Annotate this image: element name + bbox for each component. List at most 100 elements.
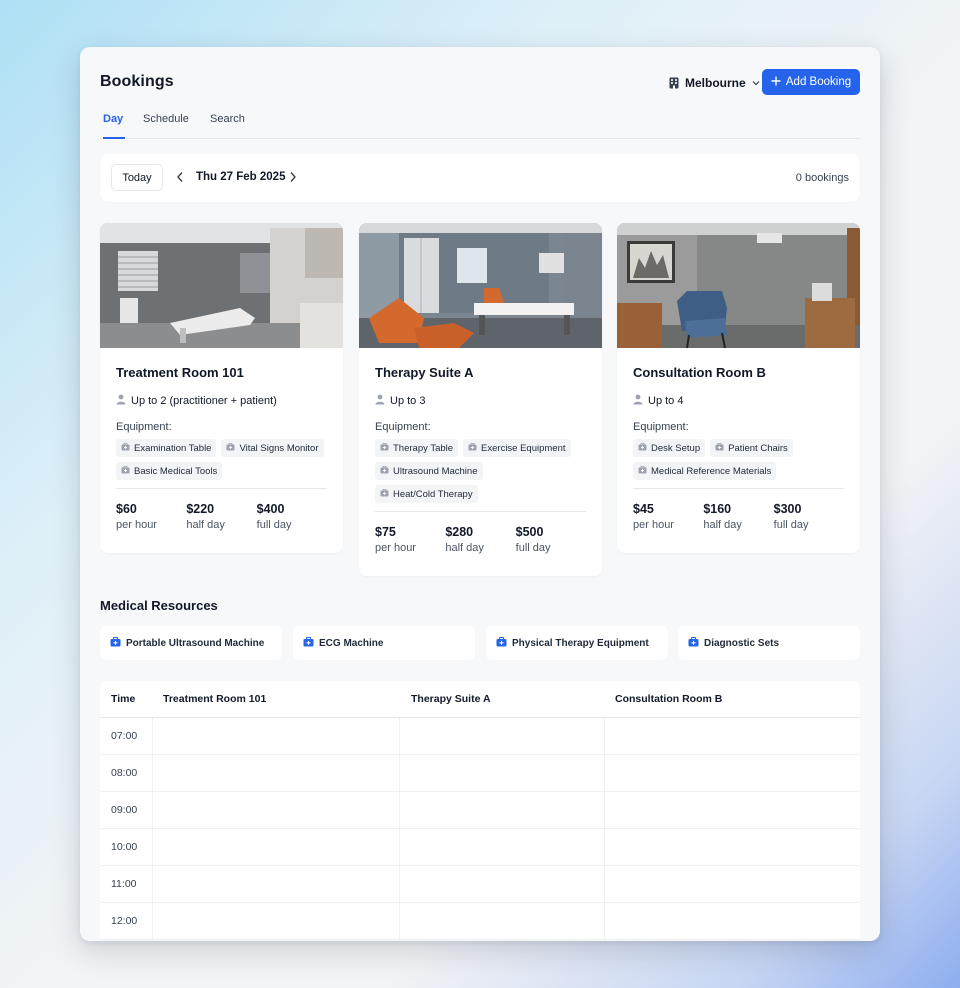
room-card[interactable]: Consultation Room B Up to 4 Equipment: D… — [617, 223, 860, 553]
price-amount: $60 — [116, 502, 137, 516]
resources-title: Medical Resources — [100, 598, 218, 613]
tab-search[interactable]: Search — [210, 113, 245, 139]
capacity-label: Up to 4 — [648, 395, 684, 407]
building-icon — [669, 77, 679, 89]
background-frame: Bookings Melbourne Add Booking Day Sched… — [0, 0, 960, 988]
plus-icon — [771, 76, 781, 89]
table-header: Time Treatment Room 101 Therapy Suite A … — [100, 681, 860, 718]
equipment-list: Examination Table Vital Signs Monitor Ba… — [116, 439, 331, 480]
price-amount: $300 — [773, 502, 802, 516]
equipment-chip-label: Medical Reference Materials — [651, 465, 772, 477]
price-full-day: $400 full day — [257, 502, 327, 531]
equipment-list: Therapy Table Exercise Equipment Ultraso… — [375, 439, 590, 503]
price-unit: half day — [445, 542, 484, 554]
add-booking-button[interactable]: Add Booking — [762, 69, 860, 95]
equipment-chip: Ultrasound Machine — [375, 462, 483, 480]
person-icon — [375, 394, 385, 408]
price-unit: half day — [703, 519, 742, 531]
table-row[interactable]: 09:00 — [100, 792, 860, 829]
equipment-chip: Vital Signs Monitor — [221, 439, 324, 457]
resource-item[interactable]: ECG Machine — [293, 626, 475, 660]
chevron-left-icon[interactable] — [176, 170, 184, 188]
medical-kit-icon — [638, 465, 647, 477]
price-list: $45 per hour $160 half day $300 full day — [633, 489, 844, 553]
column-divider — [399, 718, 400, 940]
price-half-day: $160 half day — [703, 502, 773, 531]
resource-item[interactable]: Physical Therapy Equipment — [486, 626, 668, 660]
price-amount: $280 — [445, 525, 474, 539]
price-full-day: $300 full day — [774, 502, 844, 531]
room-card[interactable]: Therapy Suite A Up to 3 Equipment: Thera… — [359, 223, 602, 576]
add-booking-label: Add Booking — [785, 76, 852, 88]
column-header-room: Consultation Room B — [615, 693, 723, 705]
equipment-chip-label: Basic Medical Tools — [134, 465, 218, 477]
equipment-label: Equipment: — [633, 421, 689, 433]
resource-label: ECG Machine — [319, 637, 384, 649]
column-divider — [604, 718, 605, 940]
time-label: 09:00 — [111, 804, 138, 816]
equipment-chip-label: Desk Setup — [651, 442, 701, 454]
equipment-chip: Basic Medical Tools — [116, 462, 223, 480]
time-label: 10:00 — [111, 841, 138, 853]
tab-schedule[interactable]: Schedule — [143, 113, 189, 139]
date-navigation-bar: Today Thu 27 Feb 2025 0 bookings — [100, 154, 860, 202]
resource-item[interactable]: Diagnostic Sets — [678, 626, 860, 660]
room-photo — [617, 223, 860, 348]
equipment-chip: Medical Reference Materials — [633, 462, 777, 480]
price-half-day: $280 half day — [445, 525, 515, 554]
location-label: Melbourne — [685, 76, 746, 90]
table-row[interactable]: 08:00 — [100, 755, 860, 792]
table-row[interactable]: 10:00 — [100, 829, 860, 866]
price-amount: $75 — [375, 525, 396, 539]
table-row[interactable]: 11:00 — [100, 866, 860, 903]
time-label: 08:00 — [111, 767, 138, 779]
price-unit: per hour — [633, 519, 674, 531]
price-amount: $500 — [515, 525, 544, 539]
medical-kit-icon — [380, 465, 389, 477]
medical-kit-icon — [496, 636, 507, 650]
today-button[interactable]: Today — [111, 164, 163, 191]
equipment-chip-label: Ultrasound Machine — [393, 465, 478, 477]
person-icon — [633, 394, 643, 408]
table-row[interactable]: 12:00 — [100, 903, 860, 940]
medical-kit-icon — [303, 636, 314, 650]
current-date: Thu 27 Feb 2025 — [196, 171, 286, 183]
location-selector[interactable]: Melbourne — [669, 76, 760, 90]
column-header-time: Time — [111, 693, 136, 705]
medical-kit-icon — [226, 442, 235, 454]
tab-day[interactable]: Day — [103, 113, 125, 139]
time-label: 07:00 — [111, 730, 138, 742]
room-capacity: Up to 3 — [375, 394, 586, 408]
price-unit: half day — [186, 519, 225, 531]
person-icon — [116, 394, 126, 408]
resource-label: Diagnostic Sets — [704, 637, 780, 649]
capacity-label: Up to 3 — [390, 395, 426, 407]
resource-label: Physical Therapy Equipment — [512, 637, 649, 649]
equipment-chip-label: Vital Signs Monitor — [239, 442, 319, 454]
page-title: Bookings — [100, 73, 174, 90]
time-label: 12:00 — [111, 915, 138, 927]
price-full-day: $500 full day — [516, 525, 586, 554]
capacity-label: Up to 2 (practitioner + patient) — [131, 395, 277, 407]
price-unit: per hour — [375, 542, 416, 554]
resource-item[interactable]: Portable Ultrasound Machine — [100, 626, 282, 660]
price-amount: $400 — [256, 502, 285, 516]
chevron-right-icon[interactable] — [289, 170, 297, 188]
price-amount: $45 — [633, 502, 654, 516]
price-half-day: $220 half day — [186, 502, 256, 531]
equipment-chip-label: Exercise Equipment — [481, 442, 566, 454]
room-photo — [359, 223, 602, 348]
price-hourly: $60 per hour — [116, 502, 186, 531]
price-unit: full day — [773, 519, 809, 531]
room-card[interactable]: Treatment Room 101 Up to 2 (practitioner… — [100, 223, 343, 553]
price-list: $60 per hour $220 half day $400 full day — [116, 489, 327, 553]
equipment-chip: Patient Chairs — [710, 439, 793, 457]
table-row[interactable]: 07:00 — [100, 718, 860, 755]
price-unit: full day — [515, 542, 551, 554]
booking-count: 0 bookings — [795, 172, 849, 184]
medical-kit-icon — [380, 488, 389, 500]
price-list: $75 per hour $280 half day $500 full day — [375, 512, 586, 576]
medical-kit-icon — [121, 442, 130, 454]
medical-kit-icon — [638, 442, 647, 454]
view-tabs: Day Schedule Search — [100, 109, 860, 139]
